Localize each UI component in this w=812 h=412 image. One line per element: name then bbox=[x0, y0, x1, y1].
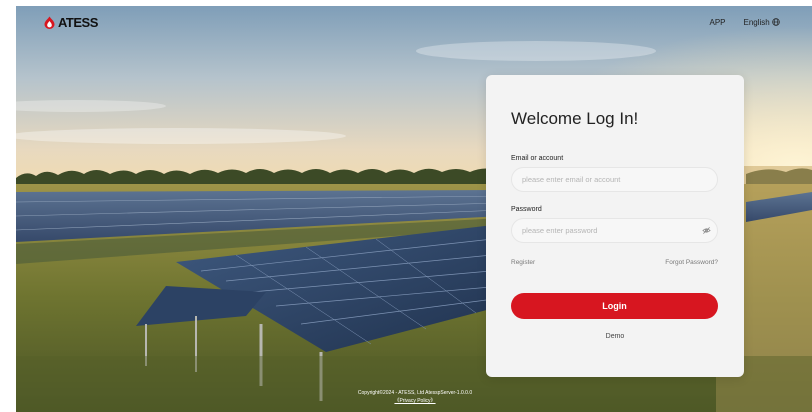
copyright-text: Copyright©2024 - ATESS, Ltd AtesspServer… bbox=[357, 390, 473, 396]
brand-name: ATESS bbox=[58, 15, 98, 30]
app-link[interactable]: APP bbox=[710, 18, 726, 27]
email-field[interactable] bbox=[511, 167, 718, 192]
login-title: Welcome Log In! bbox=[511, 109, 639, 128]
login-page: ATESS APP English Welcome Log In! Email … bbox=[0, 0, 812, 412]
password-field[interactable] bbox=[511, 218, 718, 243]
flame-logo-icon bbox=[44, 16, 55, 29]
globe-icon bbox=[772, 18, 780, 26]
privacy-policy-link[interactable]: 《Privacy Policy》 bbox=[394, 398, 435, 404]
atess-logo[interactable]: ATESS bbox=[43, 15, 98, 30]
password-label: Password bbox=[511, 206, 542, 213]
login-card: Welcome Log In! Email or account Passwor… bbox=[486, 75, 744, 377]
login-button[interactable]: Login bbox=[511, 293, 718, 319]
language-label: English bbox=[743, 18, 770, 27]
eye-off-icon[interactable] bbox=[702, 226, 711, 235]
forgot-password-link[interactable]: Forgot Password? bbox=[665, 259, 718, 266]
language-selector[interactable]: English bbox=[744, 18, 780, 27]
demo-link[interactable]: Demo bbox=[486, 333, 744, 340]
email-label: Email or account bbox=[511, 155, 564, 162]
register-link[interactable]: Register bbox=[511, 259, 535, 266]
top-navigation: APP English bbox=[710, 18, 781, 27]
footer: Copyright©2024 - ATESS, Ltd AtesspServer… bbox=[330, 389, 500, 405]
